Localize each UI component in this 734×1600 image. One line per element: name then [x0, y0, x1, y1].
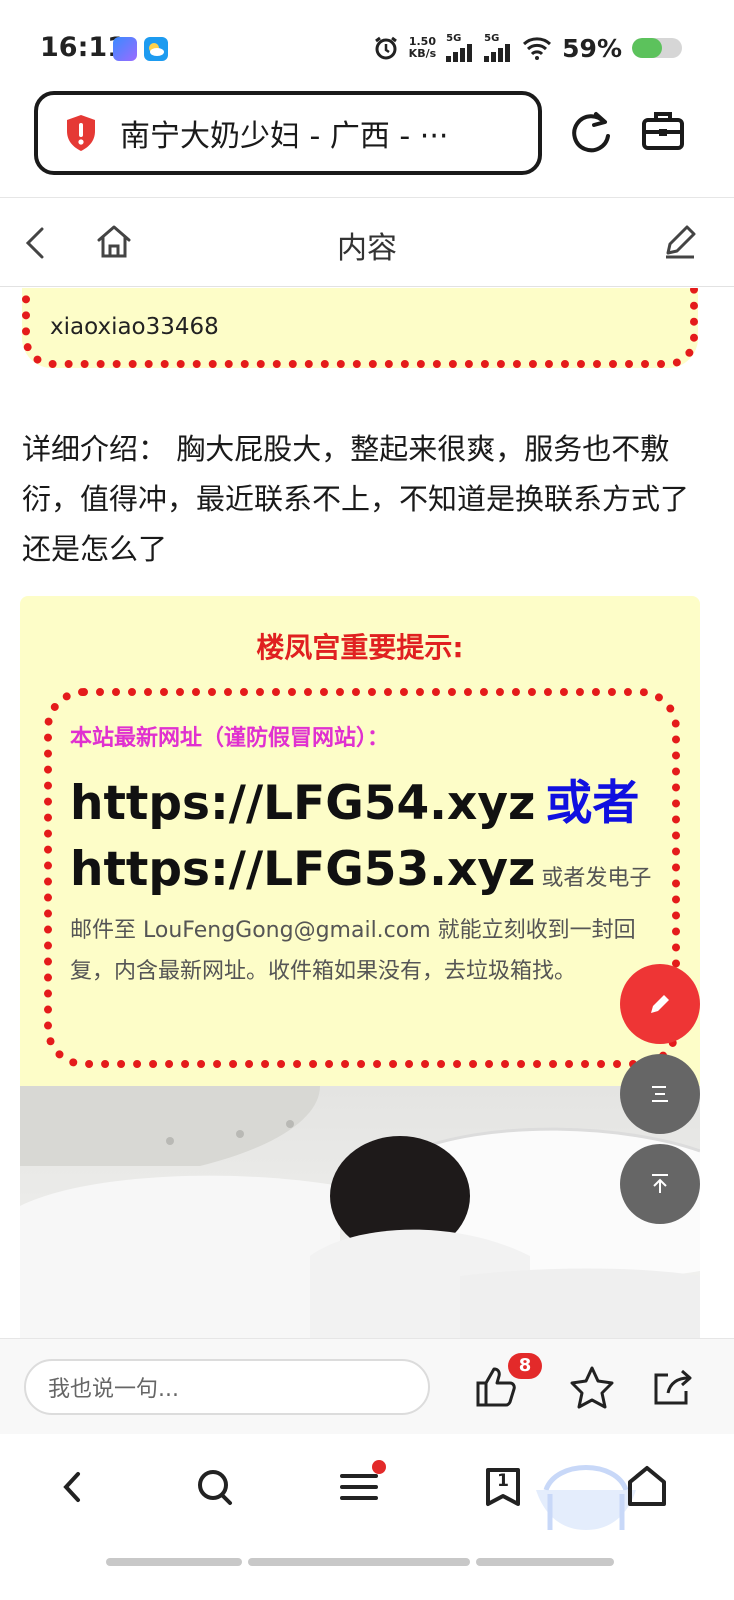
or-label: 或者 [545, 776, 640, 831]
edit-icon[interactable] [660, 221, 700, 261]
address-text: 南宁大奶少妇 - 广西 - ··· [120, 119, 449, 154]
security-warning-icon [67, 115, 95, 151]
list-icon [652, 1086, 668, 1102]
gesture-bar-segment [248, 1558, 470, 1566]
table-of-contents-fab[interactable] [620, 1054, 700, 1134]
tabs-count: 1 [497, 1471, 509, 1491]
battery-percent: 59% [562, 33, 622, 63]
gesture-bar-segment [106, 1558, 242, 1566]
toolbox-icon[interactable] [640, 108, 686, 154]
or-email-label: 或者发电子 [541, 866, 652, 891]
intro-text: 详细介绍： 胸大屁股大，整起来很爽，服务也不敷衍，值得冲，最近联系不上，不知道是… [22, 432, 690, 566]
comment-bar: 我也说一句... 8 [0, 1338, 734, 1434]
app-notification-icon [113, 37, 137, 61]
signal-1: 5G [446, 34, 474, 62]
notice-subtitle: 本站最新网址（谨防假冒网站）： [70, 726, 390, 751]
gesture-bar-segment [476, 1558, 614, 1566]
star-icon[interactable] [570, 1365, 614, 1409]
back-to-top-fab[interactable] [620, 1144, 700, 1224]
browser-address-row: 南宁大奶少妇 - 广西 - ··· [0, 88, 734, 198]
battery-icon [632, 38, 682, 58]
search-icon[interactable] [190, 1462, 240, 1512]
pencil-icon [651, 995, 669, 1013]
tabs-button[interactable]: 1 [478, 1462, 528, 1512]
like-count-badge: 8 [508, 1353, 542, 1379]
mascot-watermark-icon [536, 1465, 636, 1530]
status-bar: 16:11 1.50 KB/s 5G 5G 59% [0, 0, 734, 88]
page-title: 内容 [337, 231, 397, 266]
article-photo[interactable] [20, 1086, 700, 1338]
write-comment-fab[interactable] [620, 964, 700, 1044]
address-bar[interactable]: 南宁大奶少妇 - 广西 - ··· [34, 91, 542, 175]
signal-bars-icon [446, 44, 473, 62]
notice-box: 本站最新网址（谨防假冒网站）： https://LFG54.xyz 或者 http… [44, 688, 680, 1068]
notice-panel: 楼凤宫重要提示: 本站最新网址（谨防假冒网站）： https://LFG54.x… [20, 596, 700, 1096]
net-speed: 1.50 KB/s [408, 35, 437, 60]
signal-2: 5G [484, 34, 512, 62]
refresh-icon[interactable] [568, 110, 614, 156]
browser-bottom-nav: 1 [0, 1434, 734, 1600]
notice-title: 楼凤宫重要提示: [256, 631, 464, 664]
alarm-icon [374, 36, 397, 60]
browser-back-icon[interactable] [48, 1462, 98, 1512]
url-link-1[interactable]: https://LFG54.xyz [70, 776, 535, 831]
arrow-up-icon [652, 1174, 668, 1193]
share-icon[interactable] [650, 1365, 694, 1409]
notice-body: 邮件至 LouFengGong@gmail.com 就能立刻收到一封回复，内含最… [70, 918, 636, 984]
wifi-icon [523, 37, 552, 60]
url-line-1: https://LFG54.xyz 或者 [70, 764, 639, 833]
signal-bars-icon [484, 44, 511, 62]
contact-id: xiaoxiao33468 [50, 314, 219, 340]
url-link-2[interactable]: https://LFG53.xyz [70, 842, 535, 897]
comment-placeholder: 我也说一句... [48, 1377, 179, 1402]
browser-home-icon[interactable] [622, 1462, 672, 1512]
comment-input[interactable]: 我也说一句... [24, 1359, 430, 1415]
contact-card: xiaoxiao33468 [22, 288, 698, 368]
url-line-2: https://LFG53.xyz 或者发电子 [70, 842, 651, 897]
page-nav-bar: 内容 [0, 199, 734, 287]
weather-icon [144, 37, 168, 61]
menu-notification-dot [372, 1460, 386, 1474]
